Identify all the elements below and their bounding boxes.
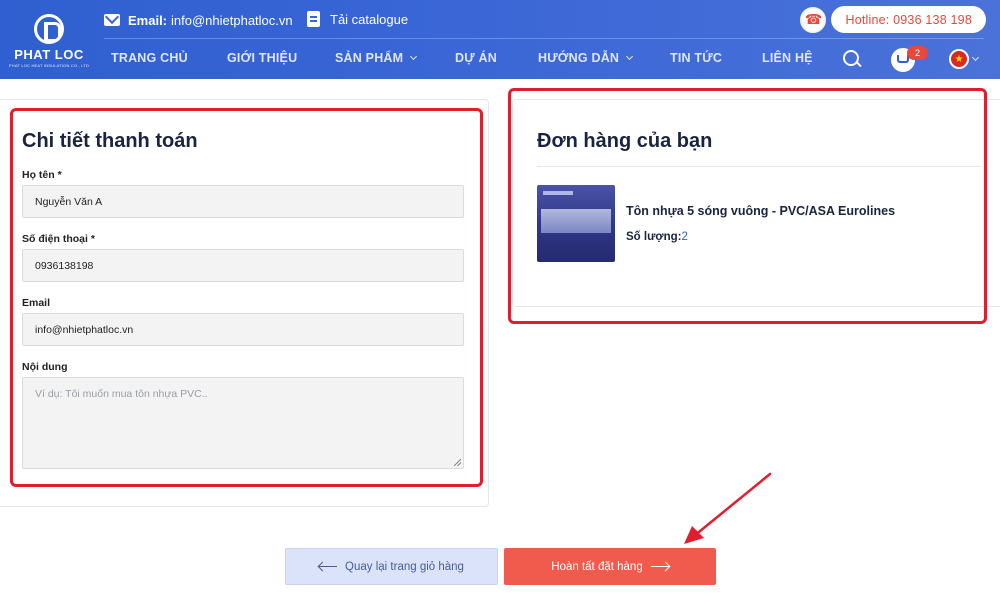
- thumb-band: [541, 209, 611, 233]
- nav-label: GIỚI THIỆU: [227, 51, 298, 65]
- product-name[interactable]: Tôn nhựa 5 sóng vuông - PVC/ASA Euroline…: [626, 204, 895, 218]
- nav-item-news[interactable]: TIN TỨC: [670, 51, 722, 65]
- site-header: PHAT LOC PHAT LOC HEAT INSULATION CO., L…: [0, 0, 1000, 79]
- nav-item-products[interactable]: SẢN PHẨM: [335, 51, 418, 65]
- nav-item-projects[interactable]: DỰ ÁN: [455, 51, 497, 65]
- name-label: Họ tên *: [22, 169, 62, 181]
- mail-icon: [104, 14, 120, 26]
- hotline[interactable]: ☎ Hotline: 0936 138 198: [800, 6, 986, 33]
- email-label: Email: [22, 297, 51, 309]
- email-field[interactable]: info@nhietphatloc.vn: [22, 313, 464, 346]
- billing-title: Chi tiết thanh toán: [22, 130, 198, 152]
- header-divider: [104, 38, 984, 39]
- chevron-down-icon: [410, 52, 418, 61]
- product-image[interactable]: [537, 185, 615, 262]
- arrow-right-icon: [650, 565, 669, 568]
- nav-item-contact[interactable]: LIÊN HỆ: [762, 51, 813, 65]
- email-contact[interactable]: Email: info@nhietphatloc.vn: [104, 11, 293, 29]
- content-placeholder: Ví dụ: Tôi muốn mua tôn nhựa PVC..: [35, 388, 208, 400]
- nav-label: TIN TỨC: [670, 51, 723, 65]
- nav-label: HƯỚNG DẪN: [538, 51, 620, 65]
- vietnam-flag-icon[interactable]: ★: [949, 49, 969, 69]
- resize-handle[interactable]: [454, 459, 461, 466]
- chevron-down-icon[interactable]: [971, 53, 980, 62]
- nav-item-guide[interactable]: HƯỚNG DẪN: [538, 51, 634, 65]
- logo-text: PHAT LOC: [14, 47, 84, 62]
- site-logo[interactable]: PHAT LOC PHAT LOC HEAT INSULATION CO., L…: [8, 14, 90, 70]
- logo-subtext: PHAT LOC HEAT INSULATION CO., LTD: [8, 63, 90, 68]
- nav-label: SẢN PHẨM: [335, 51, 404, 65]
- phone-icon: ☎: [800, 6, 827, 33]
- nav-label: DỰ ÁN: [455, 51, 497, 65]
- complete-order-button[interactable]: Hoàn tất đặt hàng: [504, 548, 716, 585]
- document-icon: [307, 11, 320, 27]
- nav-label: LIÊN HỆ: [762, 51, 813, 65]
- complete-button-label: Hoàn tất đặt hàng: [551, 560, 643, 573]
- catalogue-label: Tải catalogue: [330, 11, 409, 27]
- phone-label: Số điện thoại *: [22, 233, 95, 245]
- thumb-stripe: [543, 191, 573, 195]
- nav-label: TRANG CHỦ: [111, 51, 188, 65]
- name-field[interactable]: Nguyễn Văn A: [22, 185, 464, 218]
- logo-icon: [34, 14, 64, 44]
- search-icon[interactable]: [843, 50, 861, 68]
- nav-item-home[interactable]: TRANG CHỦ: [111, 51, 188, 65]
- content-textarea[interactable]: Ví dụ: Tôi muốn mua tôn nhựa PVC..: [22, 377, 464, 469]
- phone-field[interactable]: 0936138198: [22, 249, 464, 282]
- hotline-number[interactable]: Hotline: 0936 138 198: [831, 6, 986, 33]
- back-to-cart-button[interactable]: Quay lại trang giỏ hàng: [285, 548, 498, 585]
- annotation-arrow-icon: [684, 472, 772, 544]
- cart-count-badge: 2: [907, 46, 928, 60]
- chevron-down-icon: [626, 52, 634, 61]
- order-divider: [537, 166, 981, 167]
- nav-item-about[interactable]: GIỚI THIỆU: [227, 51, 297, 65]
- catalogue-link[interactable]: Tải catalogue: [307, 11, 408, 27]
- quantity-value: 2: [681, 231, 688, 243]
- quantity-line: Số lượng:2: [626, 231, 688, 243]
- arrow-left-icon: [319, 565, 338, 568]
- quantity-label: Số lượng:: [626, 231, 682, 243]
- back-button-label: Quay lại trang giỏ hàng: [345, 560, 464, 573]
- order-title: Đơn hàng của bạn: [537, 130, 713, 152]
- email-address[interactable]: info@nhietphatloc.vn: [171, 13, 293, 28]
- content-label: Nội dung: [22, 361, 68, 373]
- email-label: Email:: [128, 12, 168, 28]
